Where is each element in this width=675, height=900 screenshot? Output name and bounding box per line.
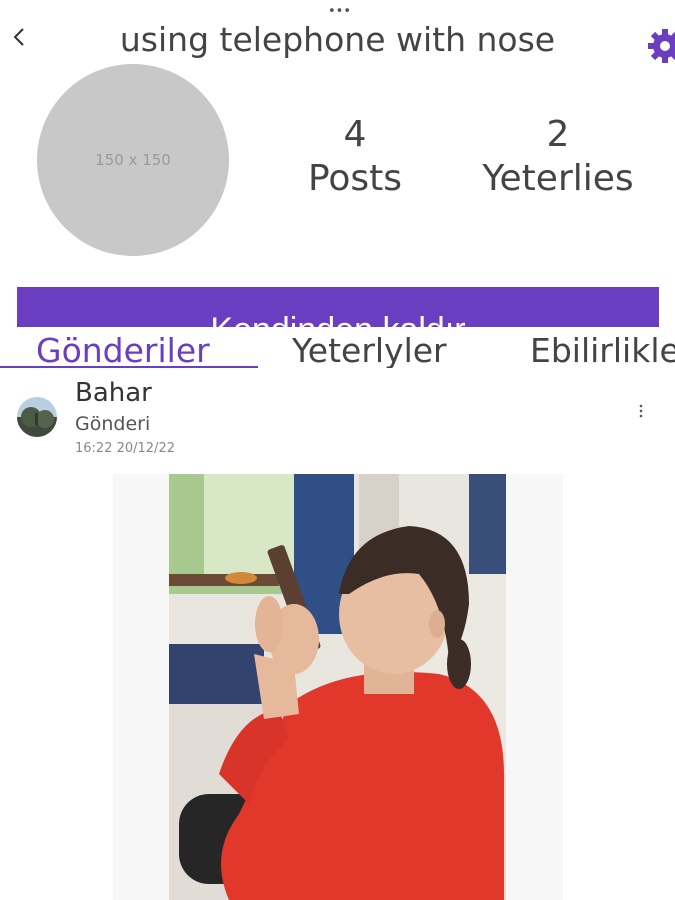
- remove-self-button[interactable]: Kendinden kaldır: [17, 287, 659, 327]
- post-author-avatar[interactable]: [17, 397, 57, 437]
- page-title: using telephone with nose: [119, 20, 556, 59]
- avatar-placeholder-text: 150 x 150: [95, 151, 171, 169]
- posts-count: 4: [343, 114, 367, 155]
- tab-indicator: [0, 366, 258, 368]
- remove-self-button-label: Kendinden kaldır: [17, 311, 659, 327]
- drag-handle[interactable]: •••: [328, 4, 351, 19]
- tab-yeterlyler[interactable]: Yeterlyler: [292, 328, 447, 368]
- profile-avatar[interactable]: 150 x 150: [37, 64, 229, 256]
- tab-bar: Gönderiler Yeterlyler Ebilirlikler: [0, 328, 675, 368]
- yeterlies-label: Yeterlies: [482, 158, 634, 199]
- post-author-name[interactable]: Bahar: [75, 378, 152, 408]
- post-type-label: Gönderi: [75, 413, 151, 435]
- more-vertical-icon[interactable]: [638, 404, 644, 418]
- posts-stat[interactable]: 4 Posts: [255, 114, 455, 202]
- yeterlies-count: 2: [546, 114, 570, 155]
- yeterlies-stat[interactable]: 2 Yeterlies: [458, 114, 658, 202]
- posts-label: Posts: [307, 158, 403, 199]
- tab-gonderiler[interactable]: Gönderiler: [36, 328, 210, 368]
- tab-ebilirlikler[interactable]: Ebilirlikler: [530, 328, 675, 368]
- gear-icon[interactable]: [645, 26, 675, 66]
- post-photo[interactable]: [169, 474, 506, 900]
- post-timestamp: 16:22 20/12/22: [75, 441, 175, 456]
